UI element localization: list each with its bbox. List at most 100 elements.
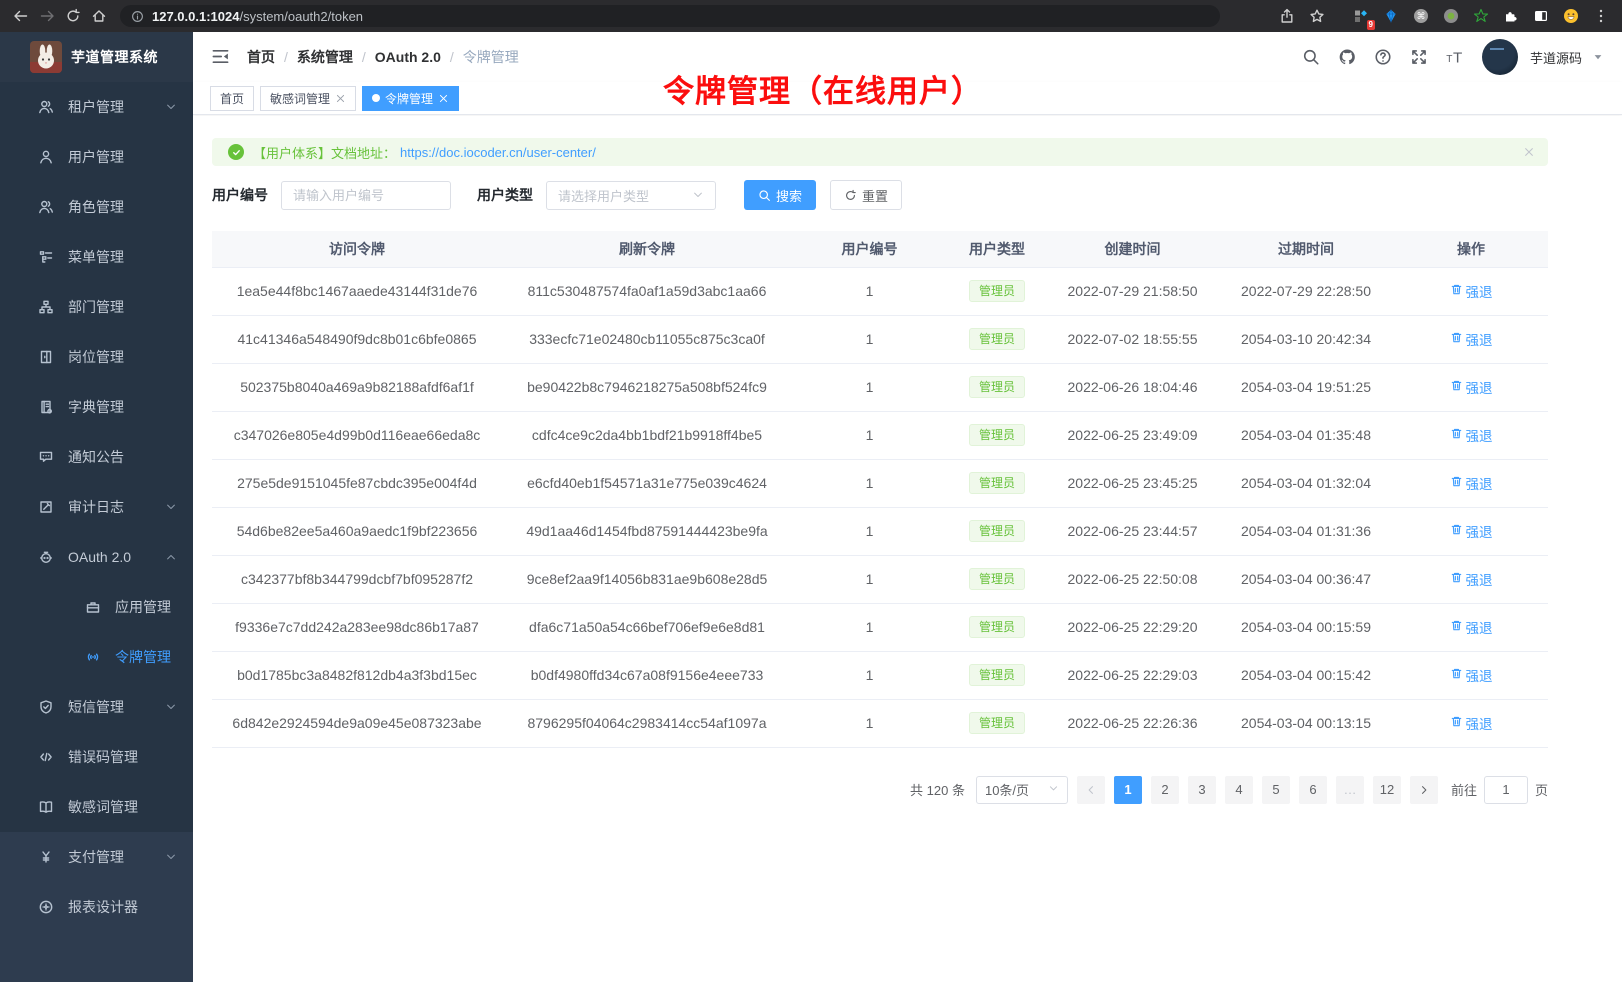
user-type-cell: 管理员 <box>947 267 1047 315</box>
page-button-1[interactable]: 1 <box>1114 776 1142 804</box>
sidebar-item-dept[interactable]: 部门管理 <box>0 282 193 332</box>
sidebar-item-notice[interactable]: 通知公告 <box>0 432 193 482</box>
force-logout-label: 强退 <box>1466 425 1493 445</box>
forward-icon[interactable] <box>34 3 60 29</box>
column-header: 操作 <box>1394 231 1548 267</box>
tab-首页[interactable]: 首页 <box>210 86 254 111</box>
user-type-select[interactable]: 请选择用户类型 <box>546 181 716 210</box>
bookmark-star-icon[interactable] <box>1304 3 1330 29</box>
back-icon[interactable] <box>8 3 34 29</box>
breadcrumb-separator: / <box>362 49 366 65</box>
next-page-button[interactable] <box>1410 776 1438 804</box>
gem-extension-icon[interactable] <box>1378 3 1404 29</box>
filter-form: 用户编号 用户类型 请选择用户类型 搜索 重置 <box>212 180 1548 210</box>
goto-suffix: 页 <box>1535 780 1548 799</box>
force-logout-button[interactable]: 强退 <box>1450 569 1493 589</box>
sidebar-item-pay[interactable]: 支付管理 <box>0 832 193 882</box>
site-info-icon[interactable] <box>130 9 144 23</box>
page-button-5[interactable]: 5 <box>1262 776 1290 804</box>
tab-敏感词管理[interactable]: 敏感词管理 <box>260 86 356 111</box>
reset-button[interactable]: 重置 <box>830 180 902 210</box>
chevron-down-icon <box>692 189 704 201</box>
user-id-input[interactable] <box>281 181 451 210</box>
fullscreen-icon[interactable] <box>1410 48 1428 66</box>
page-button-2[interactable]: 2 <box>1151 776 1179 804</box>
page-button-3[interactable]: 3 <box>1188 776 1216 804</box>
star-extension-icon[interactable] <box>1468 3 1494 29</box>
sidebar-item-dict[interactable]: 字典管理 <box>0 382 193 432</box>
sidebar-item-user[interactable]: 用户管理 <box>0 132 193 182</box>
user-type-badge: 管理员 <box>969 568 1025 590</box>
command-extension-icon[interactable]: ⌘ <box>1408 3 1434 29</box>
force-logout-button[interactable]: 强退 <box>1450 713 1493 733</box>
alert-close-icon[interactable] <box>1523 146 1535 158</box>
errcode-icon <box>38 749 54 765</box>
force-logout-button[interactable]: 强退 <box>1450 665 1493 685</box>
page-button-4[interactable]: 4 <box>1225 776 1253 804</box>
sidebar-item-oauth2[interactable]: OAuth 2.0 <box>0 532 193 582</box>
help-icon[interactable] <box>1374 48 1392 66</box>
page-size-select[interactable]: 10条/页 <box>976 776 1068 804</box>
force-logout-button[interactable]: 强退 <box>1450 425 1493 445</box>
sidebar-item-audit-log[interactable]: 审计日志 <box>0 482 193 532</box>
font-size-icon[interactable]: TT <box>1446 48 1464 66</box>
search-button[interactable]: 搜索 <box>744 180 816 210</box>
sidebar-item-tenant[interactable]: 租户管理 <box>0 82 193 132</box>
home-icon[interactable] <box>86 3 112 29</box>
trash-icon <box>1450 283 1463 299</box>
sidebar-item-oauth2-client[interactable]: 应用管理 <box>0 582 193 632</box>
reload-icon[interactable] <box>60 3 86 29</box>
avatar[interactable] <box>1482 39 1518 75</box>
github-icon[interactable] <box>1338 48 1356 66</box>
refresh-token-cell: dfa6c71a50a54c66bef706ef9e6e8d81 <box>502 603 792 651</box>
user-name[interactable]: 芋道源码 <box>1530 48 1582 67</box>
force-logout-button[interactable]: 强退 <box>1450 473 1493 493</box>
access-token-cell: 41c41346a548490f9dc8b01c6bfe0865 <box>212 315 502 363</box>
prev-page-button[interactable] <box>1077 776 1105 804</box>
sidebar-item-label: 用户管理 <box>68 147 124 167</box>
breadcrumb-item[interactable]: OAuth 2.0 <box>375 49 441 65</box>
sidebar-item-label: OAuth 2.0 <box>68 549 131 565</box>
tab-令牌管理[interactable]: 令牌管理 <box>362 86 459 111</box>
puzzle-extensions-icon[interactable] <box>1498 3 1524 29</box>
force-logout-button[interactable]: 强退 <box>1450 617 1493 637</box>
sidebar-item-oauth2-token[interactable]: 令牌管理 <box>0 632 193 682</box>
doc-link[interactable]: https://doc.iocoder.cn/user-center/ <box>400 145 596 160</box>
sidebar-item-role[interactable]: 角色管理 <box>0 182 193 232</box>
goto-page-input[interactable] <box>1484 776 1528 804</box>
sidebar-item-error-code[interactable]: 错误码管理 <box>0 732 193 782</box>
breadcrumb: 首页/系统管理/OAuth 2.0/令牌管理 <box>247 47 519 67</box>
side-panel-icon[interactable] <box>1528 3 1554 29</box>
created-at-cell: 2022-06-25 23:45:25 <box>1047 459 1218 507</box>
svg-text:T: T <box>1446 54 1452 65</box>
breadcrumb-item[interactable]: 首页 <box>247 47 275 67</box>
profile-emoji-icon[interactable] <box>1558 3 1584 29</box>
force-logout-button[interactable]: 强退 <box>1450 281 1493 301</box>
sidebar-item-post[interactable]: 岗位管理 <box>0 332 193 382</box>
search-icon[interactable] <box>1302 48 1320 66</box>
page-button-6[interactable]: 6 <box>1299 776 1327 804</box>
column-header: 创建时间 <box>1047 231 1218 267</box>
sidebar-item-sensitive-word[interactable]: 敏感词管理 <box>0 782 193 832</box>
share-icon[interactable] <box>1274 3 1300 29</box>
sidebar-item-report[interactable]: 报表设计器 <box>0 882 193 932</box>
trash-icon <box>1450 379 1463 395</box>
caret-down-icon[interactable] <box>1592 51 1604 63</box>
column-header: 访问令牌 <box>212 231 502 267</box>
sidebar-item-sms[interactable]: 短信管理 <box>0 682 193 732</box>
action-cell: 强退 <box>1394 651 1548 699</box>
force-logout-button[interactable]: 强退 <box>1450 521 1493 541</box>
record-extension-icon[interactable] <box>1438 3 1464 29</box>
breadcrumb-item[interactable]: 系统管理 <box>297 47 353 67</box>
address-bar[interactable]: 127.0.0.1:1024/system/oauth2/token <box>120 5 1220 27</box>
app-logo-row[interactable]: 芋道管理系统 <box>0 32 193 82</box>
force-logout-button[interactable]: 强退 <box>1450 377 1493 397</box>
extension-grid-icon[interactable]: 9 <box>1348 3 1374 29</box>
collapse-sidebar-icon[interactable] <box>211 47 231 67</box>
force-logout-button[interactable]: 强退 <box>1450 329 1493 349</box>
page-button-12[interactable]: 12 <box>1373 776 1401 804</box>
sidebar-item-menu[interactable]: 菜单管理 <box>0 232 193 282</box>
menu-dots-icon[interactable] <box>1588 3 1614 29</box>
sidebar-item-label: 部门管理 <box>68 297 124 317</box>
action-cell: 强退 <box>1394 411 1548 459</box>
